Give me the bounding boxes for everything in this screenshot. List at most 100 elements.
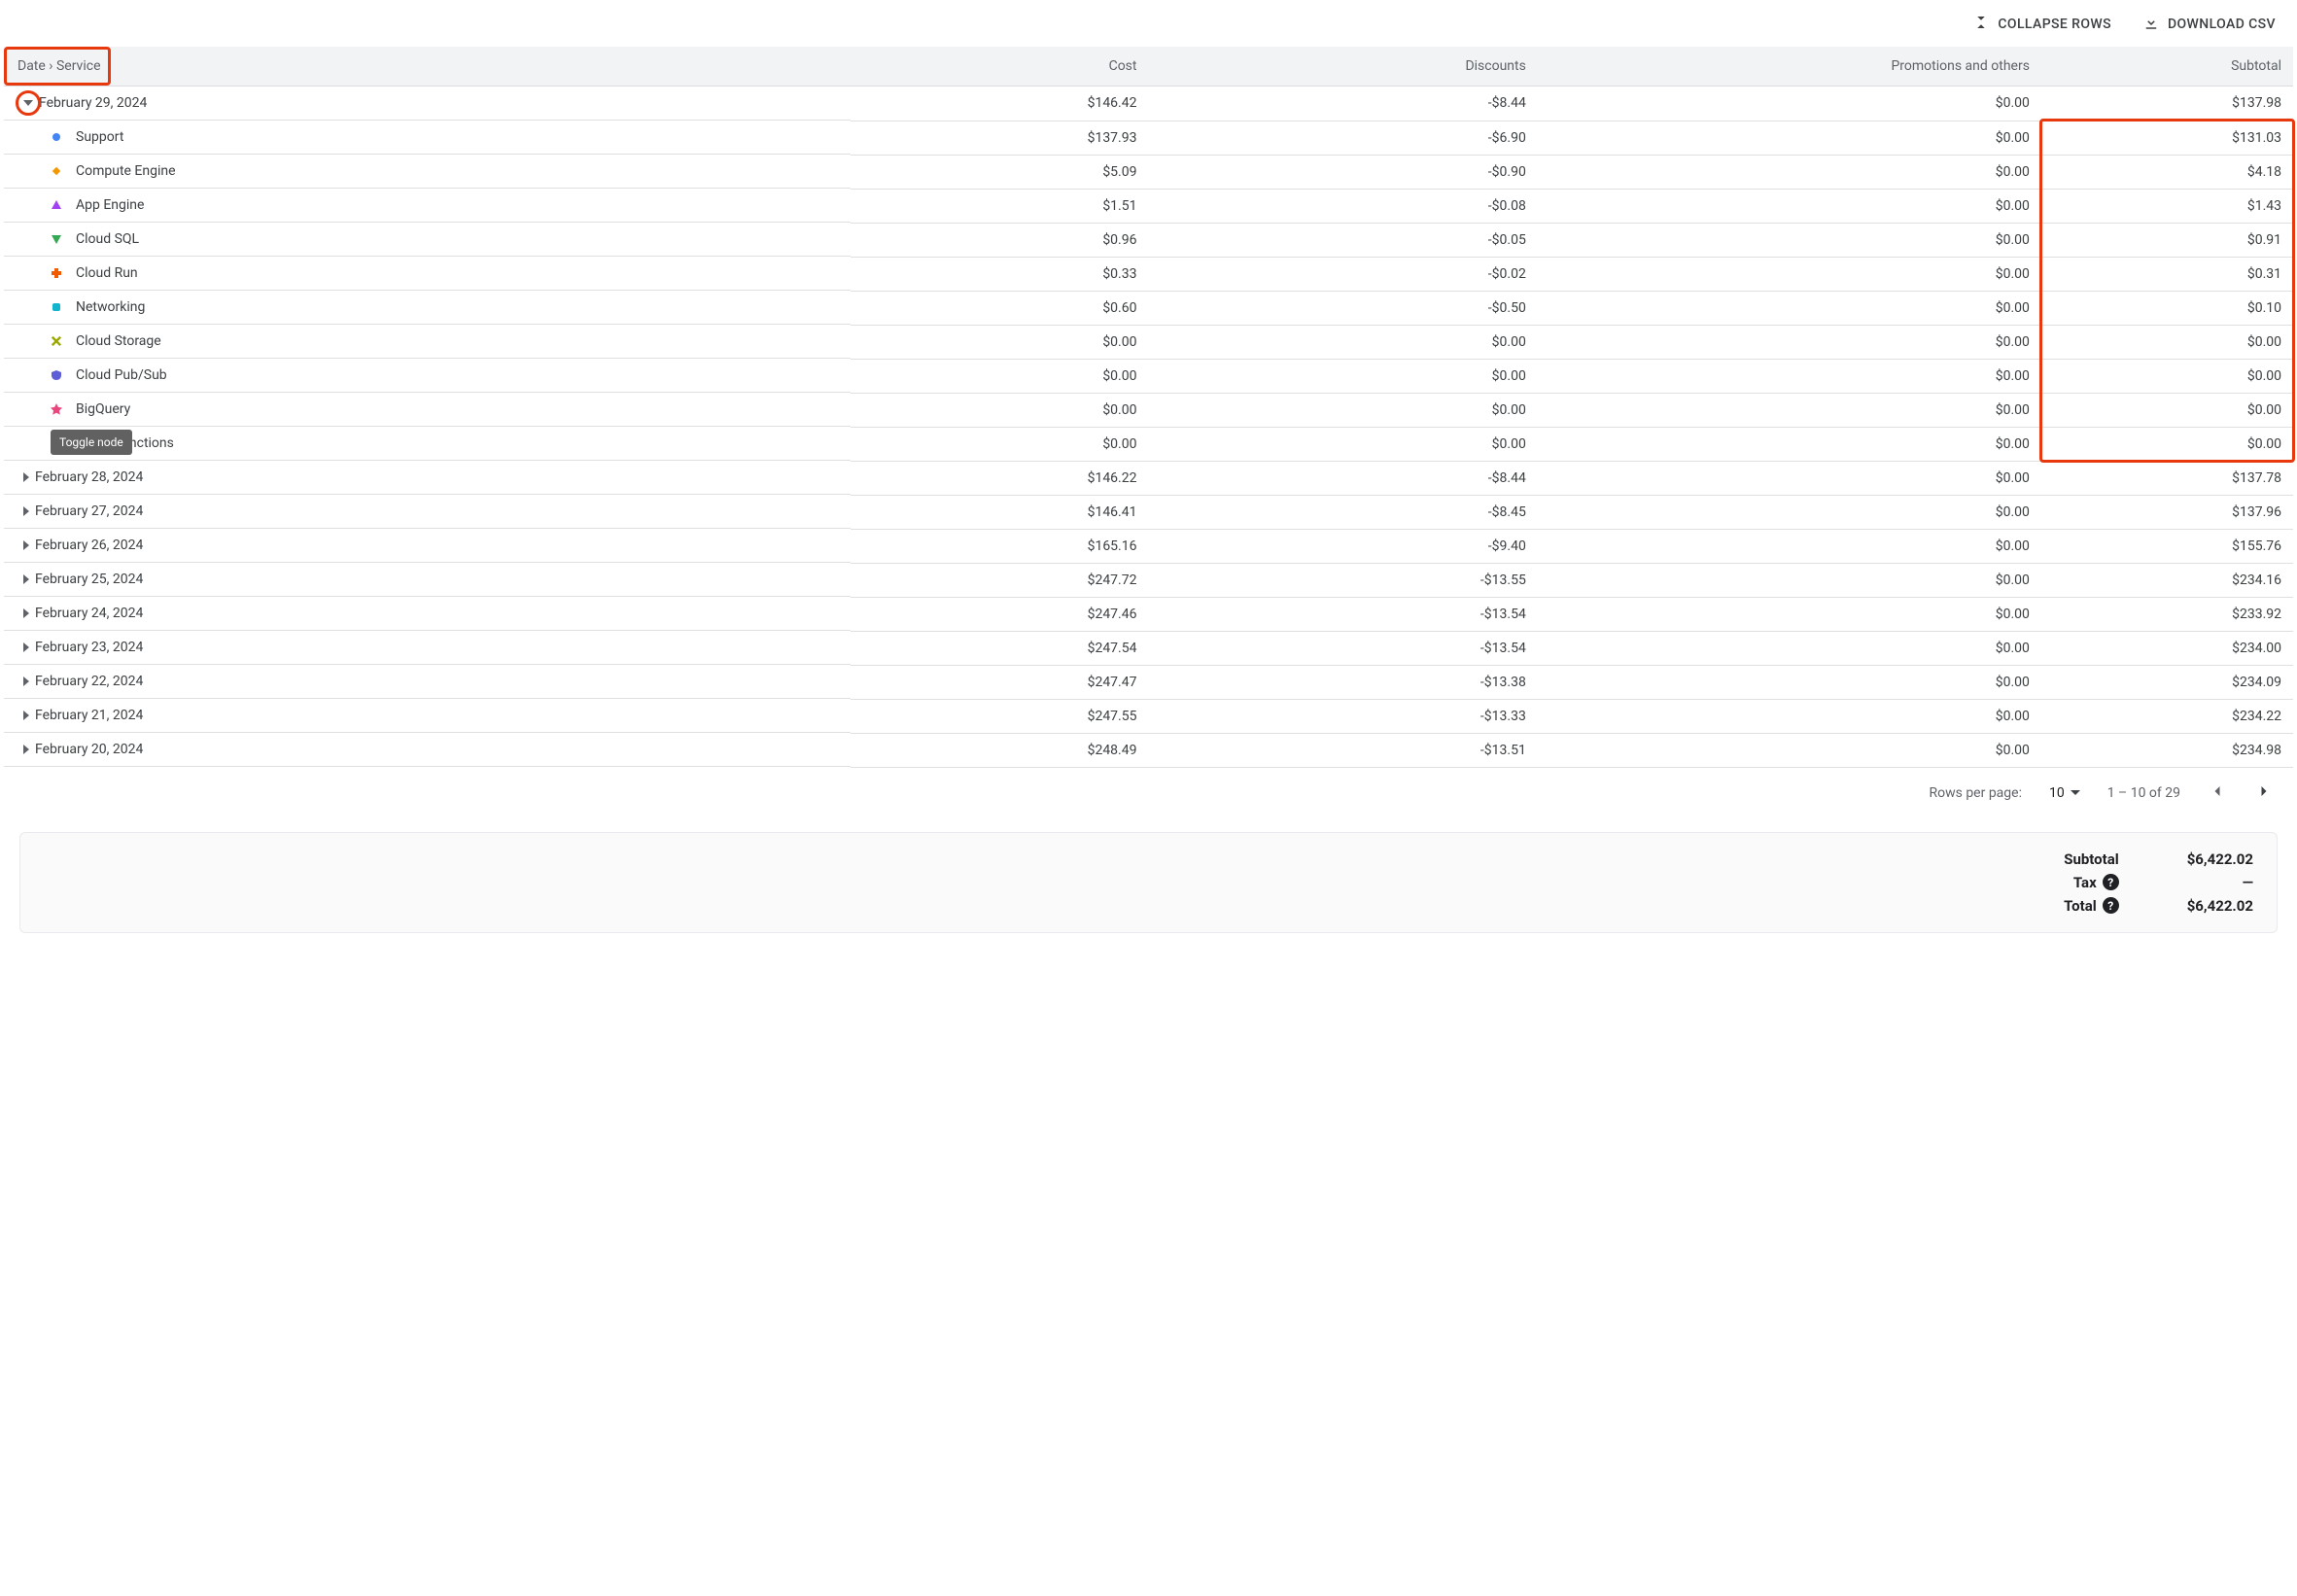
cell-cost: $0.00 (851, 393, 1148, 427)
table-row-date: February 20, 2024$248.49-$13.51$0.00$234… (4, 733, 2293, 767)
col-header-group[interactable]: Date › Service (4, 47, 851, 87)
caret-right-icon[interactable] (23, 677, 29, 686)
caret-down-icon[interactable] (23, 100, 33, 106)
table-row-date: February 22, 2024$247.47-$13.38$0.00$234… (4, 665, 2293, 699)
cost-table-wrapper: Date › Service Cost Discounts Promotions… (4, 47, 2293, 768)
cell-cost: $247.46 (851, 597, 1148, 631)
cell-label: February 28, 2024 (4, 461, 851, 495)
caret-down-icon (2071, 790, 2080, 795)
cell-subtotal: $4.18 (2041, 155, 2293, 189)
table-row-date: February 27, 2024$146.41-$8.45$0.00$137.… (4, 495, 2293, 529)
cell-promotions: $0.00 (1538, 495, 2041, 529)
row-label: February 23, 2024 (35, 640, 143, 655)
row-label: Cloud Pub/Sub (76, 367, 167, 383)
cell-subtotal: $0.00 (2041, 359, 2293, 393)
row-label: February 22, 2024 (35, 674, 143, 689)
rows-per-page-select[interactable]: 10 (2049, 785, 2080, 801)
row-label: Support (76, 129, 123, 145)
cell-promotions: $0.00 (1538, 427, 2041, 461)
cell-discounts: -$0.05 (1148, 223, 1537, 257)
total-help-icon[interactable]: ? (2103, 897, 2119, 914)
table-row-service: BigQuery$0.00$0.00$0.00$0.00 (4, 393, 2293, 427)
tax-help-icon[interactable]: ? (2103, 874, 2119, 890)
caret-right-icon[interactable] (23, 574, 29, 584)
cell-discounts: $0.00 (1148, 393, 1537, 427)
cell-cost: $248.49 (851, 733, 1148, 767)
legend-marker-icon (51, 301, 62, 313)
caret-right-icon[interactable] (23, 745, 29, 754)
caret-right-icon[interactable] (23, 506, 29, 516)
row-label: Networking (76, 299, 145, 315)
table-row-service: Cloud Run$0.33-$0.02$0.00$0.31 (4, 257, 2293, 291)
cost-table: Date › Service Cost Discounts Promotions… (4, 47, 2293, 768)
caret-right-icon[interactable] (23, 472, 29, 482)
cell-promotions: $0.00 (1538, 393, 2041, 427)
row-label: February 24, 2024 (35, 606, 143, 621)
cell-label: February 29, 2024 (4, 87, 851, 121)
cell-subtotal: $234.09 (2041, 665, 2293, 699)
totals-total-label: Total (2064, 897, 2097, 915)
table-row-service: Cloud FunctionsToggle node$0.00$0.00$0.0… (4, 427, 2293, 461)
caret-right-icon[interactable] (23, 711, 29, 720)
table-row-date: February 29, 2024$146.42-$8.44$0.00$137.… (4, 87, 2293, 121)
cell-label: Cloud SQL (4, 223, 851, 257)
cell-subtotal: $233.92 (2041, 597, 2293, 631)
cell-discounts: -$8.44 (1148, 461, 1537, 495)
collapse-rows-button[interactable]: COLLAPSE ROWS (1972, 14, 2111, 35)
chevron-left-icon (2208, 781, 2227, 801)
row-label: Cloud Run (76, 265, 138, 281)
cell-subtotal: $0.00 (2041, 427, 2293, 461)
cell-discounts: $0.00 (1148, 359, 1537, 393)
table-row-date: February 24, 2024$247.46-$13.54$0.00$233… (4, 597, 2293, 631)
cell-label: February 20, 2024 (4, 733, 851, 767)
cell-promotions: $0.00 (1538, 155, 2041, 189)
cell-cost: $0.00 (851, 325, 1148, 359)
collapse-rows-label: COLLAPSE ROWS (1998, 17, 2111, 32)
cell-promotions: $0.00 (1538, 733, 2041, 767)
cell-cost: $5.09 (851, 155, 1148, 189)
next-page-button[interactable] (2254, 781, 2274, 805)
cell-cost: $247.47 (851, 665, 1148, 699)
cell-discounts: -$6.90 (1148, 121, 1537, 155)
row-label: Cloud Storage (76, 333, 161, 349)
totals-total-value: $6,422.02 (2187, 897, 2253, 915)
row-label: Cloud SQL (76, 231, 139, 247)
table-row-date: February 26, 2024$165.16-$9.40$0.00$155.… (4, 529, 2293, 563)
cell-subtotal: $137.96 (2041, 495, 2293, 529)
collapse-icon (1972, 14, 1990, 35)
cell-cost: $0.60 (851, 291, 1148, 325)
cell-cost: $1.51 (851, 189, 1148, 223)
cell-discounts: -$13.55 (1148, 563, 1537, 597)
cell-label: Networking (4, 291, 851, 325)
cell-discounts: -$0.90 (1148, 155, 1537, 189)
col-header-subtotal[interactable]: Subtotal (2041, 47, 2293, 87)
row-label: February 25, 2024 (35, 572, 143, 587)
totals-tax-value: — (2187, 874, 2253, 891)
cell-discounts: -$13.38 (1148, 665, 1537, 699)
cell-label: Compute Engine (4, 155, 851, 189)
cell-promotions: $0.00 (1538, 359, 2041, 393)
caret-right-icon[interactable] (23, 642, 29, 652)
table-row-date: February 28, 2024$146.22-$8.44$0.00$137.… (4, 461, 2293, 495)
cell-promotions: $0.00 (1538, 189, 2041, 223)
col-header-group-label: Date › Service (17, 58, 101, 74)
toggle-node-tooltip: Toggle node (51, 430, 132, 455)
caret-right-icon[interactable] (23, 608, 29, 618)
cell-promotions: $0.00 (1538, 529, 2041, 563)
cell-discounts: -$8.44 (1148, 87, 1537, 121)
prev-page-button[interactable] (2208, 781, 2227, 805)
cell-cost: $247.54 (851, 631, 1148, 665)
cell-label: February 26, 2024 (4, 529, 851, 563)
legend-marker-icon (51, 335, 62, 347)
col-header-cost[interactable]: Cost (851, 47, 1148, 87)
col-header-discounts[interactable]: Discounts (1148, 47, 1537, 87)
caret-right-icon[interactable] (23, 540, 29, 550)
download-csv-button[interactable]: DOWNLOAD CSV (2142, 14, 2276, 35)
cell-cost: $146.41 (851, 495, 1148, 529)
col-header-promotions[interactable]: Promotions and others (1538, 47, 2041, 87)
cell-discounts: -$0.50 (1148, 291, 1537, 325)
cell-promotions: $0.00 (1538, 631, 2041, 665)
cell-promotions: $0.00 (1538, 121, 2041, 155)
cell-subtotal: $137.98 (2041, 87, 2293, 121)
cell-cost: $247.72 (851, 563, 1148, 597)
